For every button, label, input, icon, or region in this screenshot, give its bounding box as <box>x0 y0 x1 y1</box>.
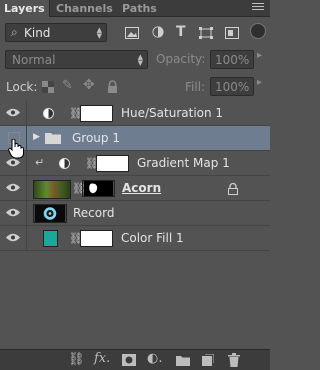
type-filter-icon[interactable]: T <box>176 24 186 40</box>
opacity-value: 100% <box>215 53 250 67</box>
fill-label: Fill: <box>185 80 206 94</box>
add-mask-icon[interactable] <box>122 354 136 366</box>
hue-saturation-adjustment-icon <box>43 108 54 119</box>
opacity-field[interactable]: 100% <box>210 50 254 69</box>
eye-icon[interactable] <box>6 233 20 242</box>
lock-image-brush-icon[interactable]: ✎ <box>62 78 73 93</box>
layer-thumbnail[interactable] <box>33 204 67 223</box>
opacity-arrow-icon[interactable]: ▸ <box>257 50 262 61</box>
layer-name[interactable]: Record <box>73 201 114 226</box>
layers-list: ⛓ Hue/Saturation 1 ▶ Group 1 ↵ ⛓ Gradien… <box>0 101 270 349</box>
clipping-arrow-icon: ↵ <box>35 156 45 169</box>
lock-label: Lock: <box>6 80 38 94</box>
eye-icon[interactable] <box>6 208 20 217</box>
layer-row-hue-saturation[interactable]: ⛓ Hue/Saturation 1 <box>0 101 270 126</box>
tab-layers[interactable]: Layers <box>0 0 50 17</box>
filter-icons: T <box>120 23 270 42</box>
shape-filter-icon[interactable] <box>199 27 213 39</box>
visibility-column <box>0 201 27 225</box>
eye-icon[interactable] <box>6 108 20 117</box>
blend-mode-value: Normal <box>12 53 56 67</box>
layer-row-gradient-map[interactable]: ↵ ⛓ Gradient Map 1 <box>0 151 270 176</box>
layer-row-color-fill[interactable]: ⛓ Color Fill 1 <box>0 226 270 251</box>
layer-row-group-1[interactable]: ▶ Group 1 <box>0 126 270 151</box>
lock-transparent-icon[interactable] <box>42 81 54 93</box>
color-fill-swatch[interactable] <box>43 230 58 247</box>
layer-row-record[interactable]: Record <box>0 201 270 226</box>
eye-icon[interactable] <box>6 183 20 192</box>
search-icon: ⌕ <box>11 25 18 39</box>
fill-field[interactable]: 100% <box>210 77 254 96</box>
visibility-column <box>0 151 27 175</box>
updown-arrows-icon: ▲ ▼ <box>96 26 102 40</box>
new-layer-icon[interactable] <box>202 354 214 366</box>
filter-kind-select[interactable]: ⌕ Kind ▲ ▼ <box>5 23 107 42</box>
lock-all-icon[interactable] <box>107 80 118 93</box>
filter-kind-label: Kind <box>24 26 51 40</box>
updown-arrows-icon: ▲ ▼ <box>137 53 143 67</box>
layer-mask-thumbnail[interactable] <box>80 230 113 247</box>
layer-name[interactable]: Hue/Saturation 1 <box>121 101 223 126</box>
new-adjustment-layer-icon[interactable]: ◐. <box>147 351 162 366</box>
layers-bottom-bar: ⛓ fx. ◐. <box>0 349 270 370</box>
filter-toggle-icon[interactable] <box>250 23 266 39</box>
new-group-folder-icon[interactable] <box>176 355 190 366</box>
lock-position-icon[interactable]: ✥ <box>83 77 95 93</box>
tab-paths[interactable]: Paths <box>118 0 161 17</box>
panel-menu-icon[interactable] <box>252 3 264 13</box>
layer-name[interactable]: Gradient Map 1 <box>137 151 230 176</box>
visibility-column <box>0 101 27 125</box>
link-layers-icon[interactable]: ⛓ <box>68 352 85 367</box>
expand-arrow-icon[interactable]: ▶ <box>33 132 40 142</box>
layer-thumbnail[interactable] <box>33 180 71 199</box>
visibility-column <box>0 226 27 250</box>
smart-object-filter-icon[interactable] <box>225 27 239 39</box>
fx-layer-style-icon[interactable]: fx. <box>94 351 110 366</box>
adjustment-filter-icon[interactable] <box>151 26 165 38</box>
blend-mode-select[interactable]: Normal ▲ ▼ <box>5 50 148 69</box>
fill-value: 100% <box>215 80 250 94</box>
eye-icon[interactable] <box>6 158 20 167</box>
fill-arrow-icon[interactable]: ▸ <box>257 77 262 88</box>
folder-icon <box>45 133 61 144</box>
image-filter-icon[interactable] <box>125 27 139 39</box>
layer-mask-thumbnail[interactable] <box>82 180 115 197</box>
layer-lock-icon <box>228 183 238 195</box>
layer-name[interactable]: Color Fill 1 <box>121 226 184 251</box>
layer-row-acorn[interactable]: ⛓ Acorn <box>0 176 270 201</box>
opacity-label: Opacity: <box>156 52 206 66</box>
panel-tab-bar: Layers Channels Paths <box>0 0 270 17</box>
gradient-map-adjustment-icon <box>59 158 70 169</box>
delete-layer-trash-icon[interactable] <box>228 353 240 367</box>
layer-name[interactable]: Group 1 <box>72 126 120 151</box>
tab-channels[interactable]: Channels <box>52 0 117 17</box>
layer-mask-thumbnail[interactable] <box>80 105 113 122</box>
layer-mask-thumbnail[interactable] <box>96 155 129 172</box>
layer-name[interactable]: Acorn <box>122 176 161 201</box>
visibility-column <box>0 176 27 200</box>
